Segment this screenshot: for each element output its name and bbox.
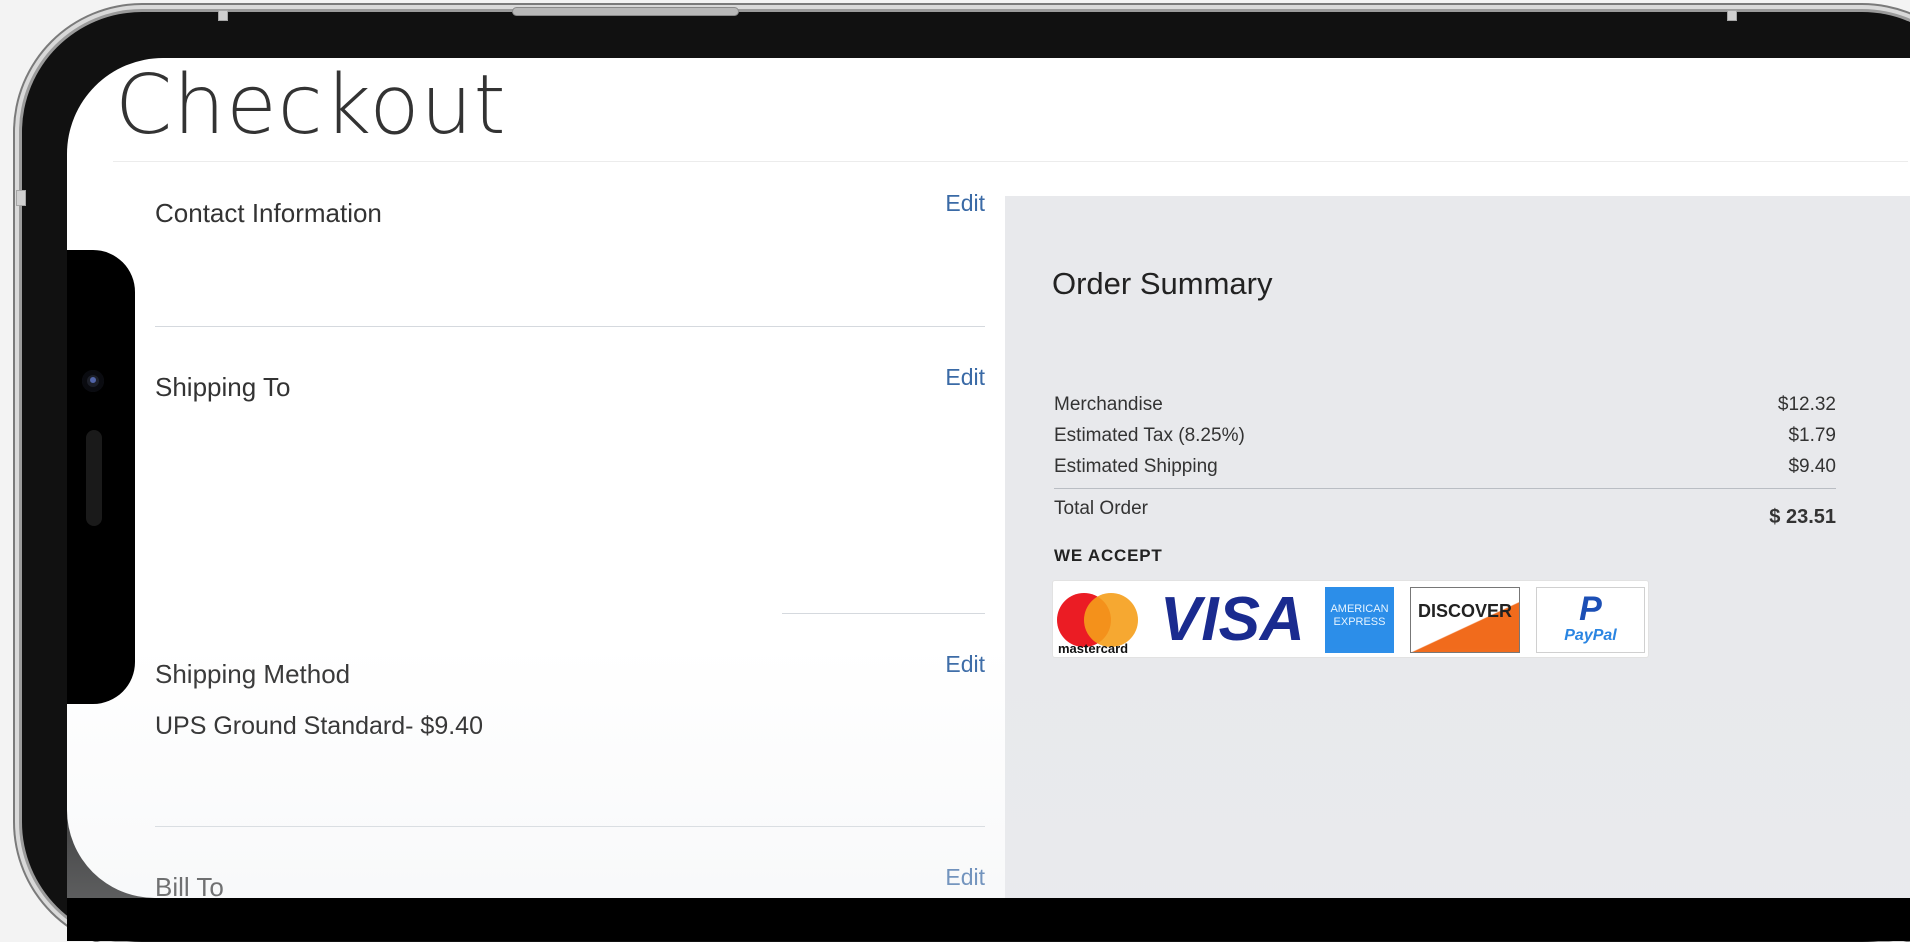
estimated-shipping-amount: $9.40	[1788, 456, 1836, 477]
phone-bottom-bezel	[67, 898, 1910, 941]
page-title: Checkout	[115, 58, 507, 153]
merchandise-label: Merchandise	[1054, 394, 1163, 415]
phone-top-left-button	[218, 10, 228, 21]
total-order-row: Total Order $ 23.51	[1054, 498, 1836, 528]
shipping-to-edit-link[interactable]: Edit	[945, 364, 985, 391]
contact-information-divider	[155, 326, 985, 327]
american-express-logo: AMERICAN EXPRESS	[1325, 587, 1394, 653]
summary-total-divider	[1054, 488, 1836, 489]
contact-information-edit-link[interactable]: Edit	[945, 190, 985, 217]
we-accept-label: WE ACCEPT	[1054, 546, 1163, 565]
mastercard-wordmark: mastercard	[1058, 641, 1129, 656]
earpiece-speaker	[86, 430, 102, 526]
front-camera-icon	[82, 370, 104, 392]
title-divider	[113, 161, 1908, 162]
bill-to-section: Bill To Edit	[155, 864, 985, 898]
estimated-tax-row: Estimated Tax (8.25%) $1.79	[1054, 425, 1836, 447]
bill-to-edit-link[interactable]: Edit	[945, 864, 985, 891]
shipping-to-section: Shipping To Edit	[155, 364, 985, 403]
estimated-tax-label: Estimated Tax (8.25%)	[1054, 425, 1245, 446]
order-summary-panel: Order Summary Merchandise $12.32 Estimat…	[1005, 196, 1910, 898]
mastercard-orange-circle-icon	[1084, 593, 1138, 647]
total-order-amount: $ 23.51	[1769, 506, 1836, 528]
phone-left-side-button	[16, 190, 26, 206]
paypal-p-icon: P	[1579, 590, 1602, 628]
estimated-shipping-row: Estimated Shipping $9.40	[1054, 456, 1836, 478]
estimated-shipping-label: Estimated Shipping	[1054, 456, 1218, 477]
paypal-wordmark: PayPal	[1564, 627, 1617, 644]
visa-logo: VISA	[1160, 585, 1305, 654]
merchandise-row: Merchandise $12.32	[1054, 394, 1836, 416]
phone-top-speaker-line	[512, 7, 739, 16]
shipping-method-divider	[155, 826, 985, 827]
shipping-method-edit-link[interactable]: Edit	[945, 651, 985, 678]
order-summary-title: Order Summary	[1052, 266, 1273, 301]
shipping-method-section: Shipping Method Edit	[155, 651, 985, 690]
accepted-payment-methods: mastercard VISA AMERICAN EXPRESS DISCOVE…	[1053, 581, 1648, 657]
shipping-method-value: UPS Ground Standard- $9.40	[155, 712, 483, 740]
shipping-to-divider	[782, 613, 985, 614]
contact-information-section: Contact Information Edit	[155, 190, 985, 229]
shipping-to-title: Shipping To	[155, 372, 291, 402]
phone-top-right-button	[1727, 10, 1737, 21]
discover-logo: DISCOVER	[1410, 587, 1520, 653]
total-order-label: Total Order	[1054, 498, 1148, 519]
phone-screen: Checkout Contact Information Edit Shippi…	[67, 58, 1910, 898]
contact-information-title: Contact Information	[155, 198, 382, 228]
shipping-method-title: Shipping Method	[155, 659, 351, 689]
merchandise-amount: $12.32	[1777, 394, 1836, 415]
mastercard-logo: mastercard	[1053, 587, 1149, 656]
bill-to-title: Bill To	[155, 872, 224, 898]
paypal-logo: P PayPal	[1536, 587, 1645, 653]
estimated-tax-amount: $1.79	[1788, 425, 1836, 446]
